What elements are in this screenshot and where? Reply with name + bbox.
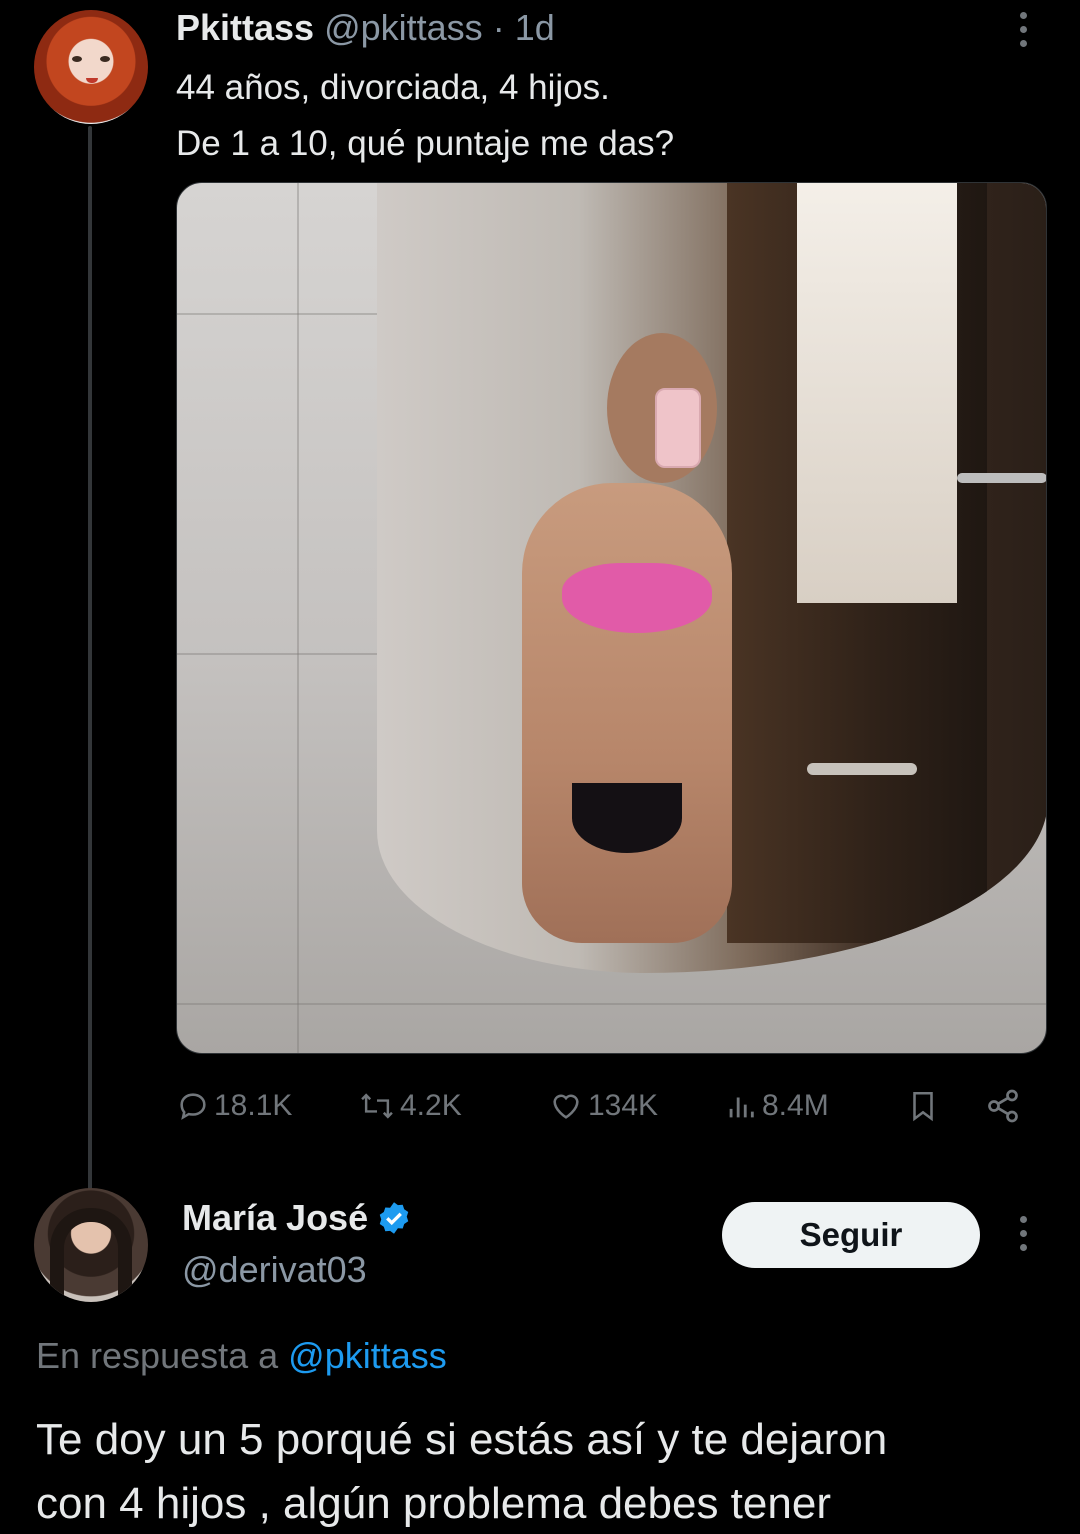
tweet-text: 44 años, divorciada, 4 hijos. De 1 a 10,… [176, 60, 1036, 172]
header-separator: · [492, 7, 505, 48]
bookmark-icon [913, 1091, 933, 1122]
avatar-mouth [86, 78, 98, 83]
like-button[interactable]: 134K [548, 1086, 658, 1126]
views-button[interactable]: 8.4M [724, 1086, 829, 1126]
thread-connector-line [88, 126, 92, 1190]
repost-count: 4.2K [400, 1089, 462, 1122]
avatar-eye [72, 56, 82, 62]
photo-person [522, 483, 732, 943]
views-icon [729, 1097, 754, 1118]
author-name[interactable]: Pkittass [176, 7, 314, 48]
share-button[interactable] [984, 1086, 1022, 1126]
tweet-text-line: 44 años, divorciada, 4 hijos. [176, 68, 610, 107]
reply-count: 18.1K [214, 1089, 293, 1122]
reply-author-name-row: María José [182, 1196, 412, 1240]
share-icon [988, 1089, 1018, 1123]
more-icon[interactable] [1014, 1214, 1034, 1254]
tweet-actions: 18.1K 4.2K 134K 8.4M [176, 1086, 1036, 1126]
follow-button[interactable]: Seguir [722, 1202, 980, 1268]
reply-text-line: con 4 hijos , algún problema debes tener [36, 1479, 831, 1528]
more-icon[interactable] [1014, 10, 1034, 50]
photo-phone [655, 388, 701, 468]
tweet-header: Pkittass @pkittass · 1d [176, 8, 555, 48]
reply-author-name[interactable]: María José [182, 1196, 368, 1240]
like-icon [553, 1094, 579, 1119]
views-count: 8.4M [762, 1089, 829, 1122]
tweet-photo[interactable] [176, 182, 1047, 1054]
reply-author-avatar[interactable] [34, 1188, 148, 1302]
author-handle[interactable]: @pkittass [324, 7, 483, 48]
in-reply-to: En respuesta a @pkittass [36, 1334, 447, 1378]
reply-text: Te doy un 5 porqué si estás así y te dej… [36, 1408, 1066, 1534]
in-reply-mention[interactable]: @pkittass [288, 1335, 447, 1376]
reply-author-handle[interactable]: @derivat03 [182, 1248, 367, 1292]
verified-badge-icon [379, 1202, 409, 1234]
tweet-age[interactable]: 1d [515, 7, 555, 48]
bookmark-button[interactable] [906, 1086, 940, 1126]
reply-icon [180, 1093, 206, 1120]
reply-text-line: Te doy un 5 porqué si estás así y te dej… [36, 1415, 888, 1464]
in-reply-prefix: En respuesta a [36, 1335, 279, 1376]
reply-button[interactable]: 18.1K [176, 1086, 292, 1126]
avatar-eye [100, 56, 110, 62]
repost-button[interactable]: 4.2K [358, 1086, 462, 1126]
repost-icon [361, 1093, 393, 1119]
tweet-text-line: De 1 a 10, qué puntaje me das? [176, 124, 675, 163]
like-count: 134K [588, 1089, 659, 1122]
author-avatar[interactable] [34, 10, 148, 124]
